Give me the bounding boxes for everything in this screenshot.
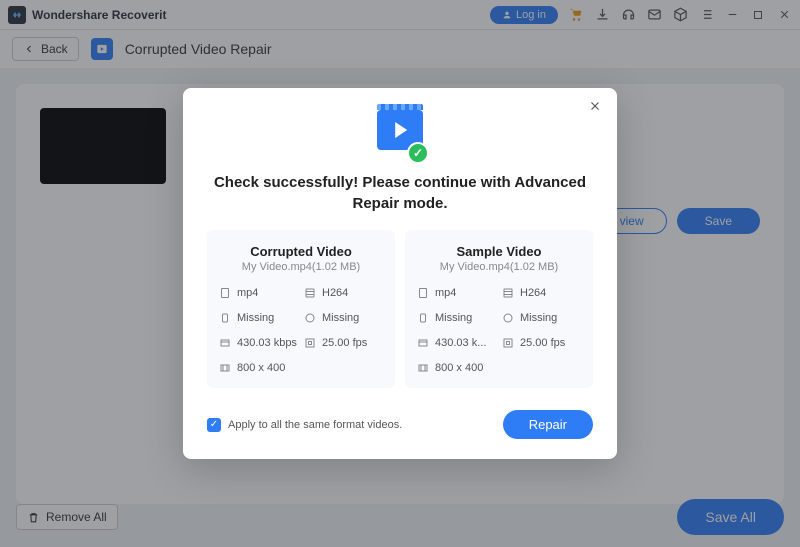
advanced-repair-dialog: ✓ Check successfully! Please continue wi… [183, 88, 617, 459]
panel-title: Corrupted Video [219, 244, 383, 259]
resolution-icon [219, 362, 231, 374]
stat-resolution: 800 x 400 [219, 362, 298, 374]
check-badge-icon: ✓ [407, 142, 429, 164]
stat-fps: 25.00 fps [304, 337, 383, 349]
resolution-icon [417, 362, 429, 374]
stat-format: mp4 [219, 287, 298, 299]
stat-audio: Missing [417, 312, 496, 324]
wave-icon [304, 312, 316, 324]
file-icon [219, 287, 231, 299]
modal-overlay: ✓ Check successfully! Please continue wi… [0, 0, 800, 547]
stat-audio-codec: Missing [502, 312, 581, 324]
wave-icon [502, 312, 514, 324]
apply-all-checkbox[interactable]: ✓ Apply to all the same format videos. [207, 418, 402, 432]
stat-bitrate: 430.03 kbps [219, 337, 298, 349]
bitrate-icon [219, 337, 231, 349]
dialog-hero-icon: ✓ [373, 110, 427, 158]
stat-audio: Missing [219, 312, 298, 324]
panel-title: Sample Video [417, 244, 581, 259]
dialog-message: Check successfully! Please continue with… [207, 172, 593, 214]
audio-icon [417, 312, 429, 324]
stat-bitrate: 430.03 k... [417, 337, 496, 349]
stat-resolution: 800 x 400 [417, 362, 496, 374]
stat-codec: H264 [502, 287, 581, 299]
fps-icon [502, 337, 514, 349]
stat-format: mp4 [417, 287, 496, 299]
stat-audio-codec: Missing [304, 312, 383, 324]
fps-icon [304, 337, 316, 349]
codec-icon [304, 287, 316, 299]
apply-all-label: Apply to all the same format videos. [228, 419, 402, 431]
checkbox-checked-icon: ✓ [207, 418, 221, 432]
stat-codec: H264 [304, 287, 383, 299]
corrupted-video-panel: Corrupted Video My Video.mp4(1.02 MB) mp… [207, 230, 395, 388]
panel-subtitle: My Video.mp4(1.02 MB) [219, 261, 383, 273]
audio-icon [219, 312, 231, 324]
codec-icon [502, 287, 514, 299]
file-icon [417, 287, 429, 299]
stat-fps: 25.00 fps [502, 337, 581, 349]
sample-video-panel: Sample Video My Video.mp4(1.02 MB) mp4 H… [405, 230, 593, 388]
close-icon [588, 99, 602, 113]
bitrate-icon [417, 337, 429, 349]
panel-subtitle: My Video.mp4(1.02 MB) [417, 261, 581, 273]
repair-button[interactable]: Repair [503, 410, 593, 439]
close-dialog-button[interactable] [585, 98, 605, 118]
